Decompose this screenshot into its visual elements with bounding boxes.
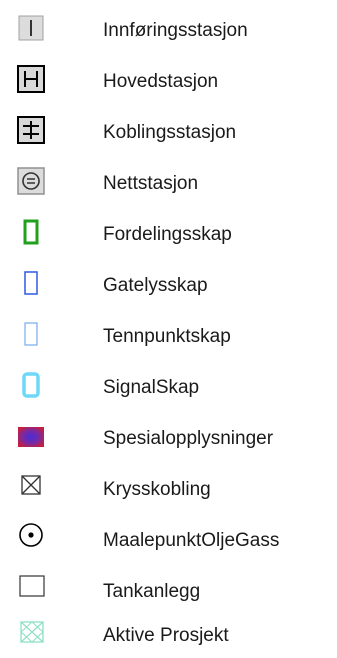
- legend-label: Hovedstasjon: [103, 71, 219, 92]
- gatelysskap-icon: [14, 268, 48, 302]
- legend: Innføringsstasjon Hovedstasjon Koblingss…: [0, 0, 337, 658]
- legend-label: Innføringsstasjon: [103, 20, 248, 41]
- legend-row-koblingsstasjon: Koblingsstasjon: [0, 115, 337, 155]
- tennpunktskap-icon: [14, 319, 48, 353]
- maalepunkt-icon: [14, 523, 48, 557]
- legend-row-spesialopplysninger: Spesialopplysninger: [0, 421, 337, 461]
- legend-label: Tankanlegg: [103, 581, 201, 602]
- spesialopplysninger-icon: [14, 421, 48, 455]
- legend-row-krysskobling: Krysskobling: [0, 472, 337, 512]
- legend-row-maalepunkt: MaalepunktOljeGass: [0, 523, 337, 563]
- tankanlegg-icon: [14, 574, 48, 608]
- nettstasjon-icon: [14, 166, 48, 200]
- legend-row-nettstasjon: Nettstasjon: [0, 166, 337, 206]
- legend-label: Nettstasjon: [103, 173, 199, 194]
- koblingsstasjon-icon: [14, 115, 48, 149]
- hovedstasjon-icon: [14, 64, 48, 98]
- legend-label: Koblingsstasjon: [103, 122, 237, 143]
- aktive-prosjekt-icon: [14, 618, 48, 652]
- legend-label: Tennpunktskap: [103, 326, 231, 347]
- krysskobling-icon: [14, 472, 48, 506]
- legend-label: MaalepunktOljeGass: [103, 530, 280, 551]
- legend-label: SignalSkap: [103, 377, 200, 398]
- fordelingsskap-icon: [14, 217, 48, 251]
- legend-row-hovedstasjon: Hovedstasjon: [0, 64, 337, 104]
- legend-row-tankanlegg: Tankanlegg: [0, 574, 337, 614]
- innforingsstasjon-icon: [14, 13, 48, 47]
- legend-label: Spesialopplysninger: [103, 428, 274, 449]
- legend-label: Gatelysskap: [103, 275, 208, 296]
- signalskap-icon: [14, 370, 48, 404]
- legend-row-fordelingsskap: Fordelingsskap: [0, 217, 337, 257]
- legend-row-innforingsstasjon: Innføringsstasjon: [0, 13, 337, 53]
- legend-row-signalskap: SignalSkap: [0, 370, 337, 410]
- legend-label: Krysskobling: [103, 479, 211, 500]
- legend-row-gatelysskap: Gatelysskap: [0, 268, 337, 308]
- legend-row-aktive-prosjekt: Aktive Prosjekt: [0, 618, 337, 658]
- legend-label: Fordelingsskap: [103, 224, 232, 245]
- legend-label: Aktive Prosjekt: [103, 625, 229, 646]
- legend-row-tennpunktskap: Tennpunktskap: [0, 319, 337, 359]
